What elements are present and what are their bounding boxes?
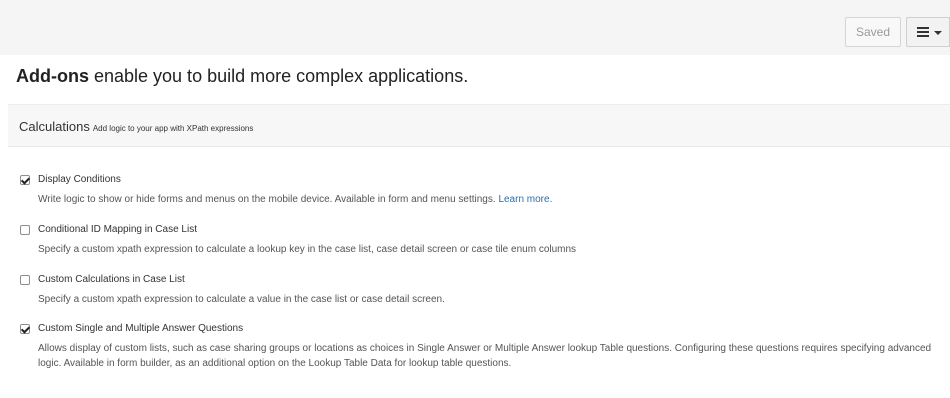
intro-text: enable you to build more complex applica… (88, 66, 469, 86)
addon-description-text: Write logic to show or hide forms and me… (38, 194, 499, 205)
top-toolbar: Saved (0, 0, 950, 55)
addon-label: Display Conditions (38, 174, 121, 185)
addon-description: Write logic to show or hide forms and me… (38, 192, 950, 207)
addon-label: Conditional ID Mapping in Case List (38, 224, 197, 235)
learn-more-link[interactable]: Learn more. (498, 194, 552, 205)
addon-description: Specify a custom xpath expression to cal… (38, 294, 445, 305)
panel-subtitle: Add logic to your app with XPath express… (92, 124, 254, 133)
addon-description: Specify a custom xpath expression to cal… (38, 244, 577, 255)
custom-single-multiple-checkbox[interactable] (20, 324, 30, 334)
custom-calculations-checkbox[interactable] (20, 275, 30, 285)
panel-title-wrap: Calculations Add logic to your app with X… (19, 119, 253, 134)
display-conditions-checkbox[interactable] (20, 175, 30, 185)
intro-bold: Add-ons (16, 66, 89, 86)
panel-title: Calculations (19, 119, 90, 134)
caret-down-icon (934, 31, 942, 35)
hamburger-menu-icon (917, 27, 929, 37)
options-menu-button[interactable] (906, 17, 950, 47)
addon-label: Custom Single and Multiple Answer Questi… (38, 323, 244, 334)
calculations-panel-header: Calculations Add logic to your app with X… (8, 104, 950, 147)
page-intro: Add-ons enable you to build more complex… (16, 66, 468, 87)
addon-description: Allows display of custom lists, such as … (38, 343, 932, 369)
conditional-id-mapping-checkbox[interactable] (20, 225, 30, 235)
saved-button[interactable]: Saved (845, 17, 901, 47)
addon-label: Custom Calculations in Case List (38, 274, 185, 285)
